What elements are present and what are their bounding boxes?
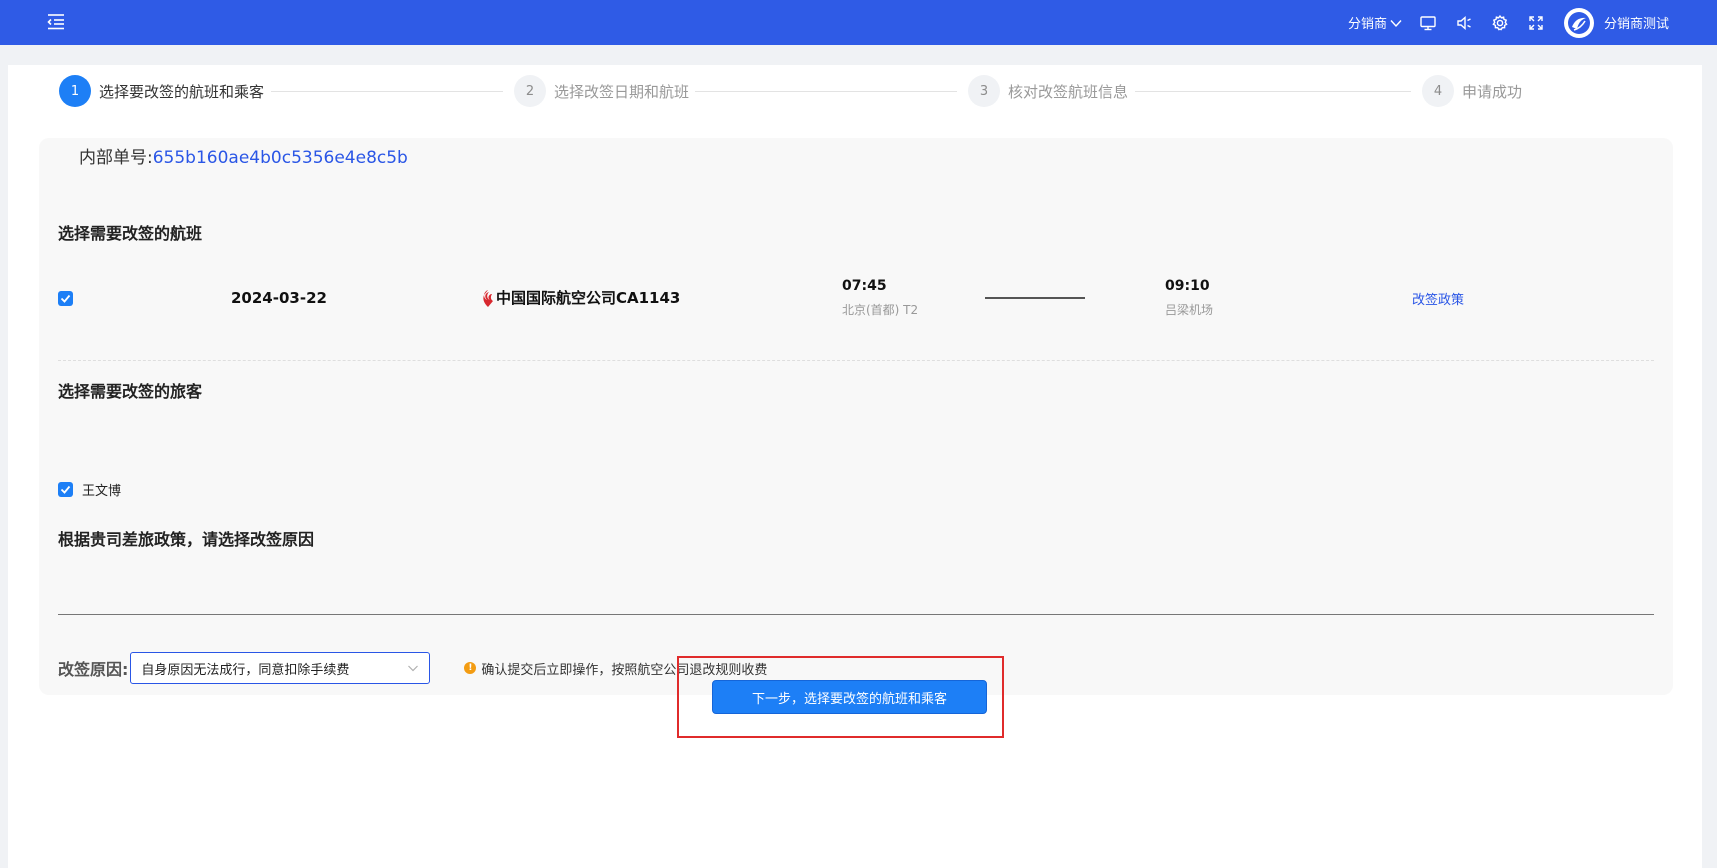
flight-section-title: 选择需要改签的航班: [58, 224, 203, 243]
step-label: 选择要改签的航班和乘客: [99, 82, 265, 101]
passenger-item[interactable]: 王文博: [58, 480, 121, 499]
reason-selected-value: 自身原因无法成行，同意扣除手续费: [141, 662, 350, 678]
flight-airline-label: 中国国际航空公司CA1143: [496, 289, 681, 307]
avatar[interactable]: [1563, 7, 1594, 38]
reason-row: 改签原因: 自身原因无法成行，同意扣除手续费 ! 确认提交后立即操作，按照航空公…: [58, 650, 767, 686]
passenger-section-title: 选择需要改签的旅客: [58, 382, 203, 401]
step-number: 1: [59, 75, 91, 107]
fullscreen-icon[interactable]: [1526, 13, 1546, 33]
section-divider: [58, 360, 1654, 361]
flight-row: 2024-03-22 中国国际航空公司CA1143 07:45 北京(首都) T…: [58, 278, 1654, 333]
route-line: [985, 297, 1085, 299]
role-switcher[interactable]: 分销商: [1348, 13, 1402, 32]
next-step-button[interactable]: 下一步，选择要改签的航班和乘客: [712, 680, 987, 714]
progress-steps: 1 选择要改签的航班和乘客 2 选择改签日期和航班 3 核对改签航班信息 4 申…: [59, 75, 1659, 109]
step-number: 3: [968, 75, 1000, 107]
step-label: 选择改签日期和航班: [554, 82, 690, 101]
menu-fold-icon[interactable]: [46, 11, 66, 31]
flight-airline: 中国国际航空公司CA1143: [481, 287, 680, 308]
speaker-icon[interactable]: [1454, 13, 1474, 33]
main-content: 1 选择要改签的航班和乘客 2 选择改签日期和航班 3 核对改签航班信息 4 申…: [8, 65, 1702, 868]
reason-section-title: 根据贵司差旅政策，请选择改签原因: [58, 530, 315, 549]
air-china-logo-icon: [483, 289, 493, 307]
change-request-panel: 内部单号:655b160ae4b0c5356e4e8c5b 选择需要改签的航班 …: [39, 138, 1673, 695]
gear-icon[interactable]: [1490, 13, 1510, 33]
step-label: 申请成功: [1462, 82, 1523, 101]
section-divider: [58, 614, 1654, 615]
departure-airport: 北京(首都) T2: [842, 303, 919, 317]
chevron-down-icon: [1390, 19, 1402, 27]
order-number-value: 655b160ae4b0c5356e4e8c5b: [152, 148, 408, 168]
avatar-logo: [1567, 11, 1590, 34]
step-connector: [695, 91, 957, 92]
reason-select[interactable]: 自身原因无法成行，同意扣除手续费: [130, 652, 431, 684]
warning-icon: !: [464, 662, 477, 674]
arrival-time: 09:10: [1165, 278, 1210, 294]
role-label: 分销商: [1347, 17, 1387, 32]
step-1: 1 选择要改签的航班和乘客: [59, 75, 264, 107]
flight-date: 2024-03-22: [231, 289, 327, 307]
monitor-icon[interactable]: [1418, 13, 1438, 33]
step-number: 4: [1422, 75, 1454, 107]
arrival-airport: 吕梁机场: [1165, 303, 1214, 317]
chevron-down-icon: [408, 665, 419, 672]
order-number-label: 内部单号:: [79, 148, 153, 168]
departure-time: 07:45: [842, 278, 887, 294]
flight-checkbox[interactable]: [58, 291, 73, 306]
step-connector: [1135, 91, 1411, 92]
step-label: 核对改签航班信息: [1008, 82, 1129, 101]
step-connector: [271, 91, 503, 92]
top-header: 分销商 分销商测试: [0, 0, 1717, 45]
reason-label: 改签原因:: [58, 660, 129, 679]
order-number: 内部单号:655b160ae4b0c5356e4e8c5b: [79, 143, 408, 168]
username[interactable]: 分销商测试: [1604, 13, 1669, 32]
passenger-checkbox[interactable]: [58, 482, 73, 497]
change-policy-link[interactable]: 改签政策: [1412, 289, 1464, 308]
step-2: 2 选择改签日期和航班: [514, 75, 689, 107]
passenger-name: 王文博: [82, 484, 122, 499]
step-3: 3 核对改签航班信息: [968, 75, 1128, 107]
step-4: 4 申请成功: [1422, 75, 1522, 107]
step-number: 2: [514, 75, 546, 107]
